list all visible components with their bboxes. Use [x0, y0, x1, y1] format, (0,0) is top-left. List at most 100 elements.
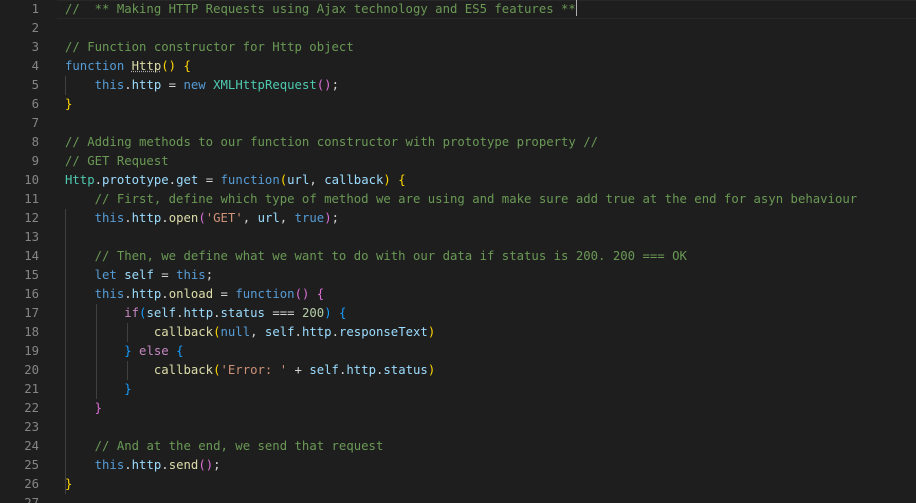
line-code: // And at the end, we send that request — [65, 437, 384, 456]
line-code: this.http = new XMLHttpRequest(); — [65, 76, 339, 95]
code-token: 'GET' — [205, 211, 243, 225]
code-line[interactable]: 26} — [0, 475, 916, 494]
line-number: 5 — [31, 78, 39, 92]
line-number: 1 — [31, 2, 39, 16]
code-token: callback — [153, 325, 214, 339]
code-line[interactable]: 5 this.http = new XMLHttpRequest(); — [0, 76, 916, 95]
code-token: null — [220, 325, 251, 339]
code-line[interactable]: 18 callback(null, self.http.responseText… — [0, 323, 916, 342]
code-token: function — [235, 287, 295, 301]
code-token: { — [398, 173, 406, 187]
code-token: ; — [213, 458, 221, 472]
line-code: this.http.open('GET', url, true); — [65, 209, 339, 228]
code-line[interactable]: 3 // Function constructor for Http object — [0, 38, 916, 57]
code-token: responseText — [338, 325, 428, 339]
line-number: 14 — [24, 249, 39, 263]
code-line[interactable]: 8 // Adding methods to our function const… — [0, 133, 916, 152]
code-token: } — [124, 382, 132, 396]
code-line[interactable]: 7 — [0, 114, 916, 133]
line-number: 18 — [24, 325, 39, 339]
code-token: this — [94, 78, 125, 92]
code-token: . — [94, 173, 103, 187]
code-token: status — [383, 363, 428, 377]
code-token: this — [94, 211, 125, 225]
line-number: 12 — [24, 211, 39, 225]
code-line[interactable]: 20 callback('Error: ' + self.http.status… — [0, 361, 916, 380]
code-token: http — [131, 78, 162, 92]
code-line[interactable]: 4 function Http() { — [0, 57, 916, 76]
code-line[interactable]: 19 } else { — [0, 342, 916, 361]
code-token: () — [316, 78, 332, 92]
code-line[interactable]: 1 // ** Making HTTP Requests using Ajax t… — [0, 0, 916, 19]
code-line[interactable]: 22 } — [0, 399, 916, 418]
code-token: open — [168, 211, 199, 225]
code-line[interactable]: 15 let self = this; — [0, 266, 916, 285]
code-token: 200 — [301, 306, 325, 320]
code-line[interactable]: 9 // GET Request — [0, 152, 916, 171]
code-token: // Function constructor for Http object — [65, 40, 354, 54]
code-line[interactable]: 14 // Then, we define what we want to do… — [0, 247, 916, 266]
code-token: = — [198, 173, 221, 187]
code-token: = — [161, 78, 184, 92]
code-token: http — [346, 363, 376, 377]
code-token: { — [316, 287, 325, 301]
line-code: if(self.http.status === 200) { — [65, 304, 346, 323]
line-code: this.http.send(); — [65, 456, 221, 475]
code-line[interactable]: 27 — [0, 494, 916, 503]
code-line[interactable]: 23 — [0, 418, 916, 437]
code-line[interactable]: 21 } — [0, 380, 916, 399]
code-token: send — [168, 458, 199, 472]
code-token: ( — [198, 211, 206, 225]
code-line[interactable]: 24 // And at the end, we send that reque… — [0, 437, 916, 456]
code-token: ; — [205, 268, 214, 282]
code-token: self — [146, 306, 177, 320]
code-editor[interactable]: 1 // ** Making HTTP Requests using Ajax t… — [0, 0, 916, 503]
line-number: 2 — [31, 21, 39, 35]
code-line[interactable]: 6} — [0, 95, 916, 114]
code-token: ) — [427, 363, 436, 377]
code-token: , — [309, 173, 325, 187]
code-token: this — [94, 458, 125, 472]
code-token: . — [294, 325, 302, 339]
code-token: = — [153, 268, 177, 282]
code-token: . — [124, 458, 132, 472]
code-token: self — [309, 363, 339, 377]
code-token: . — [124, 78, 132, 92]
line-number: 21 — [24, 382, 39, 396]
code-token: ; — [331, 78, 339, 92]
line-number: 7 — [31, 116, 39, 130]
code-token: . — [213, 306, 221, 320]
code-line[interactable]: 2 — [0, 19, 916, 38]
code-token: Http — [131, 59, 162, 73]
code-token: ; — [331, 211, 340, 225]
line-number: 23 — [24, 420, 39, 434]
code-line[interactable]: 13 — [0, 228, 916, 247]
code-line[interactable]: 16 this.http.onload = function() { — [0, 285, 916, 304]
code-token: status — [220, 306, 265, 320]
line-number: 26 — [24, 477, 39, 491]
line-code: // GET Request — [65, 152, 169, 171]
code-line[interactable]: 17 if(self.http.status === 200) { — [0, 304, 916, 323]
code-token: http — [131, 458, 162, 472]
code-line[interactable]: 25 this.http.send(); — [0, 456, 916, 475]
code-token: true — [294, 211, 325, 225]
code-line[interactable]: 10 Http.prototype.get = function(url, cal… — [0, 171, 916, 190]
code-token: // ** Making HTTP Requests using Ajax te… — [65, 2, 576, 16]
code-token: 'Error: ' — [220, 363, 288, 377]
code-line[interactable]: 12 this.http.open('GET', url, true); — [0, 209, 916, 228]
code-line[interactable]: 11 // First, define which type of method… — [0, 190, 916, 209]
code-token: ) — [427, 325, 436, 339]
code-token: this — [94, 287, 125, 301]
code-token: self — [124, 268, 154, 282]
code-token: Http — [65, 173, 95, 187]
line-number: 25 — [24, 458, 39, 472]
